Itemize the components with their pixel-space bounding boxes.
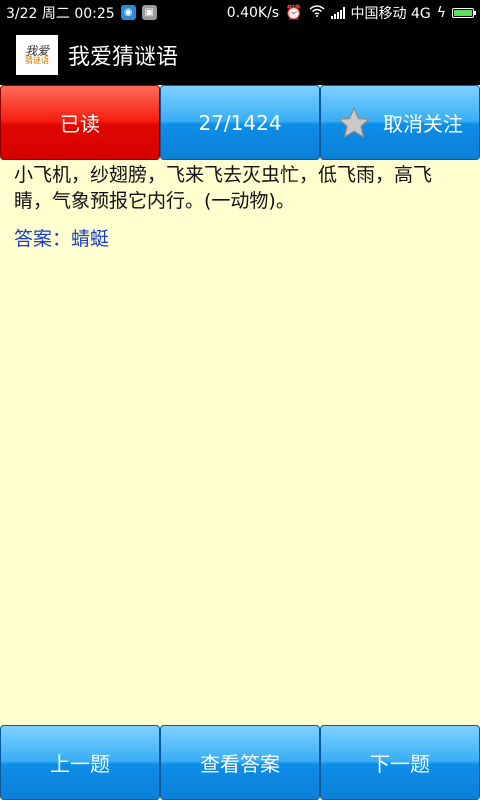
signal-icon (330, 6, 345, 19)
battery-icon (452, 7, 476, 18)
charging-icon: ϟ (436, 4, 446, 21)
app-logo: 我爱 猜谜语 (16, 35, 58, 75)
progress-label: 27/1424 (198, 110, 282, 135)
app-title-bar: 我爱 猜谜语 我爱猜谜语 (0, 25, 480, 85)
read-button[interactable]: 已读 (0, 85, 160, 160)
read-button-label: 已读 (60, 112, 100, 136)
riddle-answer: 答案：蜻蜓 (14, 228, 110, 250)
wifi-icon (309, 4, 325, 21)
app-title: 我爱猜谜语 (68, 45, 179, 70)
previous-button[interactable]: 上一题 (0, 725, 160, 800)
app-logo-line2: 猜谜语 (25, 56, 49, 66)
app-notification-icon: ◉ (120, 5, 136, 20)
progress-button[interactable]: 27/1424 (160, 85, 320, 160)
carrier-name: 中国移动 4G (350, 5, 431, 22)
top-toolbar: 已读 27/1424 取消关注 (0, 85, 480, 160)
riddle-question: 小飞机，纱翅膀，飞来飞去灭虫忙，低飞雨，高飞睛，气象预报它内行。(一动物)。 (14, 164, 433, 212)
next-button[interactable]: 下一题 (320, 725, 480, 800)
next-label: 下一题 (370, 752, 430, 776)
alarm-icon: ⏰ (285, 4, 303, 21)
unfollow-button[interactable]: 取消关注 (320, 85, 480, 160)
riddle-content: 小飞机，纱翅膀，飞来飞去灭虫忙，低飞雨，高飞睛，气象预报它内行。(一动物)。 答… (0, 160, 480, 725)
show-answer-button[interactable]: 查看答案 (160, 725, 320, 800)
status-bar: 3/22 周二 00:25 ◉ ▣ 0.40K/s ⏰ 中国移动 4G ϟ (0, 0, 480, 25)
status-datetime: 3/22 周二 00:25 (6, 5, 115, 22)
bottom-nav: 上一题 查看答案 下一题 (0, 725, 480, 800)
network-speed: 0.40K/s (226, 4, 280, 21)
show-answer-label: 查看答案 (200, 752, 280, 776)
star-icon (337, 105, 371, 138)
previous-label: 上一题 (50, 752, 110, 776)
image-notification-icon: ▣ (141, 5, 157, 20)
unfollow-label: 取消关注 (383, 112, 463, 136)
